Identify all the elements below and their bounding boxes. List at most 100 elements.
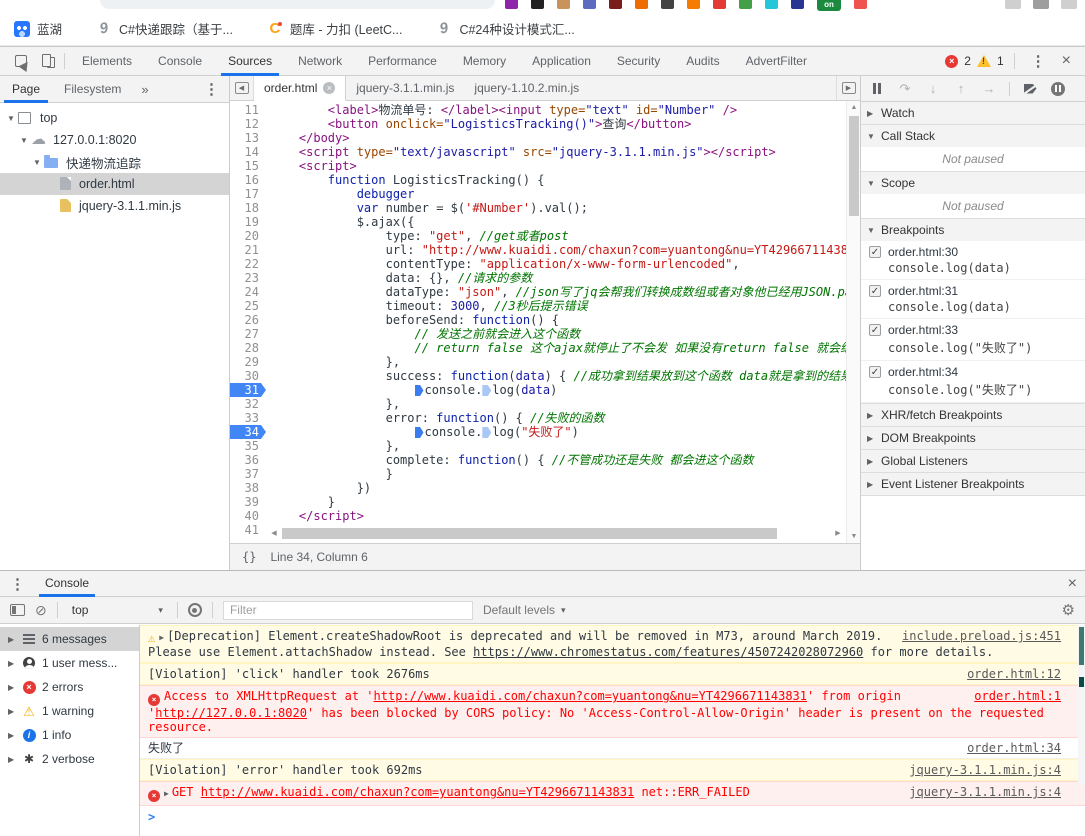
error-badge-icon[interactable]: × (945, 55, 958, 68)
disclosure-triangle-icon[interactable]: ▶ (8, 707, 16, 716)
section-header[interactable]: ▶Watch (861, 102, 1085, 124)
disclosure-triangle-icon[interactable]: ▼ (32, 158, 42, 167)
bookmark-item[interactable]: 9C#快递跟踪（基于... (96, 19, 233, 38)
tab-close-icon[interactable]: × (323, 82, 335, 94)
line-number[interactable]: 15 (230, 159, 266, 173)
line-number[interactable]: 21 (230, 243, 266, 257)
disclosure-triangle-icon[interactable]: ▼ (19, 136, 29, 145)
breakpoint-entry[interactable]: ✓order.html:31console.log(data) (861, 280, 1085, 319)
message-source-link[interactable]: jquery-3.1.1.min.js:4 (909, 785, 1061, 799)
line-number[interactable]: 29 (230, 355, 266, 369)
tree-item[interactable]: ▼☁127.0.0.1:8020 (0, 129, 229, 151)
line-number[interactable]: 39 (230, 495, 266, 509)
disclosure-triangle-icon[interactable]: ▶ (8, 731, 16, 740)
line-number[interactable]: 24 (230, 285, 266, 299)
breakpoint-checkbox[interactable]: ✓ (869, 285, 881, 297)
breakpoint-checkbox[interactable]: ✓ (869, 246, 881, 258)
clear-console-icon[interactable]: ⊘ (35, 602, 47, 619)
step-out-icon[interactable]: ↑ (953, 81, 969, 97)
message-source-link[interactable]: jquery-3.1.1.min.js:4 (909, 763, 1061, 777)
console-scrollbar[interactable] (1078, 625, 1085, 785)
console-filter-list[interactable]: ▶6 messages (0, 627, 139, 651)
line-number[interactable]: 33 (230, 411, 266, 425)
vertical-scrollbar[interactable]: ▲ ▼ (846, 101, 860, 543)
extension-icon[interactable] (609, 0, 622, 9)
devtools-menu-icon[interactable]: ⋮ (1025, 52, 1052, 70)
tab-sources[interactable]: Sources (215, 47, 285, 76)
tab-scroll-left-icon[interactable]: ◀ (230, 76, 254, 100)
expand-triangle-icon[interactable]: ▶ (164, 789, 169, 798)
editor-tab[interactable]: order.html× (254, 76, 346, 101)
editor-tab[interactable]: jquery-1.10.2.min.js (464, 76, 589, 100)
inline-breakpoint-icon[interactable] (482, 385, 491, 396)
extension-icon[interactable] (687, 0, 700, 9)
extension-icon[interactable] (583, 0, 596, 9)
deactivate-breakpoints-icon[interactable] (1022, 81, 1038, 97)
console-filter-warning[interactable]: ▶⚠1 warning (0, 699, 139, 723)
drawer-menu-icon[interactable]: ⋮ (0, 575, 35, 593)
inspect-element-icon[interactable] (8, 50, 34, 72)
line-number[interactable]: 28 (230, 341, 266, 355)
sidebar-tab-page[interactable]: Page (0, 76, 52, 103)
line-number[interactable]: 31 (230, 383, 266, 397)
tree-item[interactable]: order.html (0, 173, 229, 195)
disclosure-triangle-icon[interactable]: ▼ (6, 114, 16, 123)
step-icon[interactable]: → (981, 81, 997, 97)
inline-breakpoint-icon[interactable] (415, 385, 424, 396)
horizontal-scrollbar[interactable]: ◀ ▶ (268, 527, 844, 540)
message-source-link[interactable]: order.html:12 (967, 667, 1061, 681)
tab-security[interactable]: Security (604, 47, 673, 76)
tab-console[interactable]: Console (35, 571, 99, 597)
console-sidebar-toggle-icon[interactable] (10, 604, 25, 616)
drawer-close-icon[interactable]: × (1064, 575, 1085, 593)
scroll-right-icon[interactable]: ▶ (832, 527, 844, 540)
line-number[interactable]: 20 (230, 229, 266, 243)
extension-icon[interactable] (557, 0, 570, 9)
inline-link[interactable]: http://127.0.0.1:8020 (155, 706, 307, 720)
omnibox[interactable] (100, 0, 495, 9)
pretty-print-icon[interactable]: {} (242, 550, 256, 564)
extension-icon[interactable] (739, 0, 752, 9)
line-number[interactable]: 18 (230, 201, 266, 215)
execution-context-select[interactable]: top ▾ (68, 603, 167, 617)
breakpoint-entry[interactable]: ✓order.html:30console.log(data) (861, 241, 1085, 280)
extension-icon[interactable] (635, 0, 648, 9)
tab-performance[interactable]: Performance (355, 47, 450, 76)
disclosure-triangle-icon[interactable]: ▶ (8, 659, 16, 668)
pause-on-exceptions-icon[interactable] (1050, 81, 1066, 97)
message-source-link[interactable]: order.html:1 (974, 689, 1061, 703)
inline-link[interactable]: https://www.chromestatus.com/features/45… (473, 645, 863, 659)
live-expression-eye-icon[interactable] (188, 603, 202, 617)
message-source-link[interactable]: order.html:34 (967, 741, 1061, 755)
line-number[interactable]: 16 (230, 173, 266, 187)
line-number[interactable]: 41 (230, 523, 266, 537)
line-number[interactable]: 32 (230, 397, 266, 411)
breakpoint-checkbox[interactable]: ✓ (869, 324, 881, 336)
step-into-icon[interactable]: ↓ (925, 81, 941, 97)
section-header[interactable]: ▼Breakpoints (861, 219, 1085, 241)
extension-icon[interactable] (531, 0, 544, 9)
line-number[interactable]: 19 (230, 215, 266, 229)
line-number[interactable]: 22 (230, 257, 266, 271)
line-number[interactable]: 12 (230, 117, 266, 131)
section-header[interactable]: ▶DOM Breakpoints (861, 427, 1085, 449)
section-header[interactable]: ▶Event Listener Breakpoints (861, 473, 1085, 495)
section-header[interactable]: ▼Call Stack (861, 125, 1085, 147)
extension-icon[interactable] (765, 0, 778, 9)
message-source-link[interactable]: include.preload.js:451 (902, 629, 1061, 643)
line-number[interactable]: 27 (230, 327, 266, 341)
console-filter-input[interactable] (223, 601, 473, 620)
section-header[interactable]: ▶XHR/fetch Breakpoints (861, 404, 1085, 426)
line-number[interactable]: 40 (230, 509, 266, 523)
disclosure-triangle-icon[interactable]: ▶ (8, 683, 16, 692)
disclosure-triangle-icon[interactable]: ▶ (8, 635, 16, 644)
scroll-up-icon[interactable]: ▲ (847, 101, 860, 114)
device-toolbar-icon[interactable] (34, 50, 60, 72)
menu-icon[interactable] (1061, 0, 1077, 9)
extension-icon[interactable] (854, 0, 867, 9)
extension-icon[interactable] (791, 0, 804, 9)
inline-link[interactable]: http://www.kuaidi.com/chaxun?com=yuanton… (201, 785, 634, 799)
extension-icon[interactable] (505, 0, 518, 9)
console-filter-verbose[interactable]: ▶✱2 verbose (0, 747, 139, 771)
tab-network[interactable]: Network (285, 47, 355, 76)
